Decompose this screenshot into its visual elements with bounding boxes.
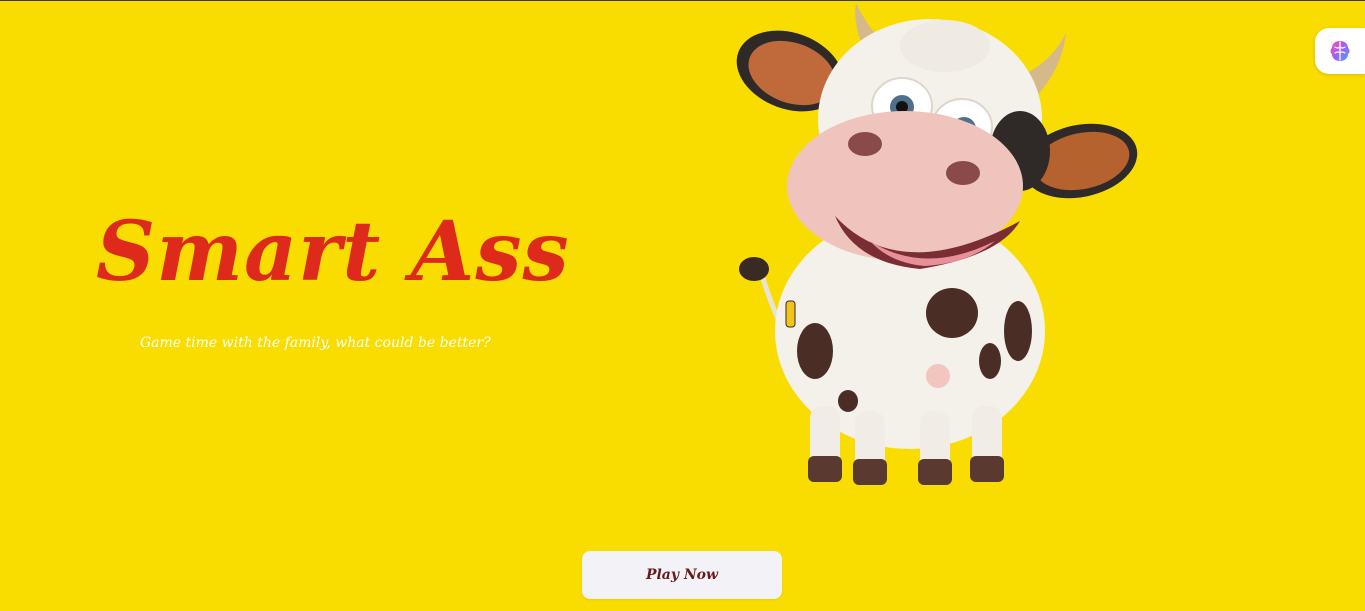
game-landing-page: Smart Ass Game time with the family, wha… (0, 0, 1365, 611)
game-tagline: Game time with the family, what could be… (140, 335, 491, 351)
brain-widget-button[interactable] (1315, 28, 1365, 74)
cartoon-cow-icon (736, 3, 1138, 485)
play-now-button[interactable]: Play Now (582, 551, 782, 599)
brain-icon (1330, 41, 1350, 61)
game-title: Smart Ass (96, 204, 570, 300)
